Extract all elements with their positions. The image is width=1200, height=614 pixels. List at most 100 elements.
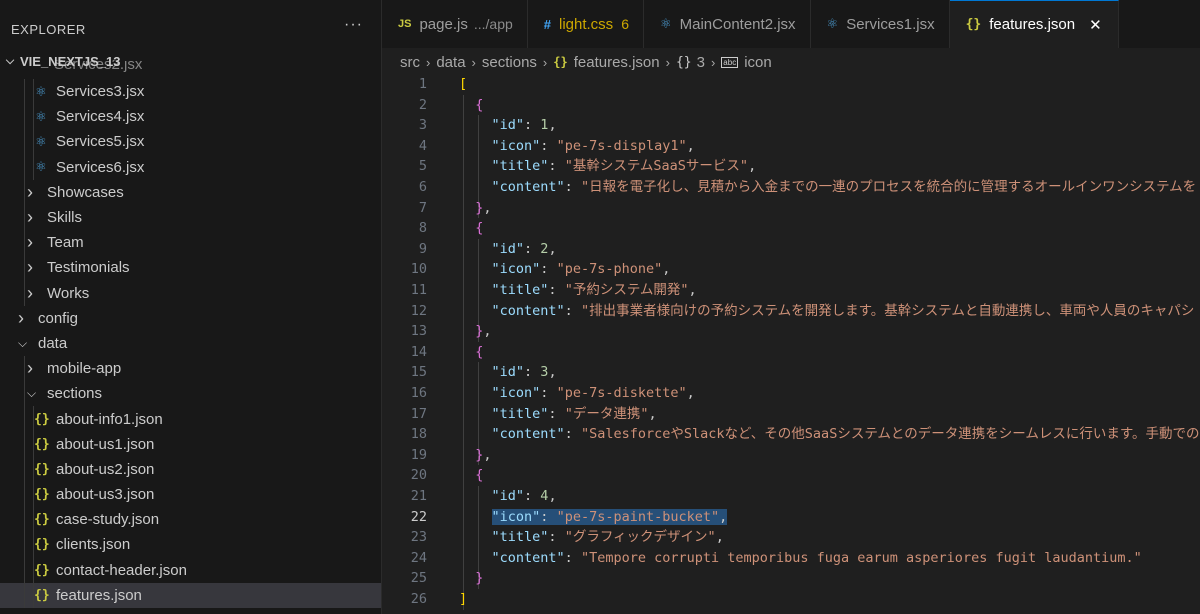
code-line[interactable]: 20 { bbox=[382, 465, 1200, 486]
tree-item[interactable]: › Showcases bbox=[0, 179, 381, 205]
tab-services1-jsx[interactable]: ⚛ Services1.jsx bbox=[811, 0, 950, 48]
react-icon: ⚛ bbox=[826, 16, 839, 31]
code-line[interactable]: 13 }, bbox=[382, 321, 1200, 342]
more-actions-icon[interactable]: ··· bbox=[344, 16, 363, 34]
tree-item[interactable]: {} clients.json bbox=[0, 532, 381, 558]
code-text: "id": 2, bbox=[491, 240, 557, 257]
tab-maincontent2-jsx[interactable]: ⚛ MainContent2.jsx bbox=[644, 0, 811, 48]
tree-item[interactable]: › Testimonials bbox=[0, 255, 381, 281]
json-file-icon: {} bbox=[34, 487, 50, 503]
code-text: "icon": "pe-7s-diskette", bbox=[491, 385, 695, 401]
code-text: "content": "SalesforceやSlackなど、その他SaaSシス… bbox=[491, 426, 1200, 443]
tab-light-css[interactable]: # light.css 6 bbox=[528, 0, 644, 48]
react-icon: ⚛ bbox=[659, 16, 672, 31]
code-line[interactable]: 18 "content": "SalesforceやSlackなど、その他Saa… bbox=[382, 424, 1200, 445]
tree-item-label: contact-header.json bbox=[56, 561, 187, 579]
breadcrumb-item[interactable]: sections bbox=[482, 54, 537, 71]
breadcrumb-property[interactable]: icon bbox=[744, 54, 772, 71]
code-line[interactable]: 4 "icon": "pe-7s-display1", bbox=[382, 136, 1200, 157]
tree-item[interactable]: {} about-us1.json bbox=[0, 431, 381, 457]
chevron-right-icon: › bbox=[542, 54, 548, 70]
tree-item[interactable]: ⚛ Services6.jsx bbox=[0, 154, 381, 180]
code-line[interactable]: 2 { bbox=[382, 95, 1200, 116]
tree-item[interactable]: › config bbox=[0, 306, 381, 331]
code-text: "title": "基幹システムSaaSサービス", bbox=[491, 158, 757, 175]
tree-item[interactable]: › mobile-app bbox=[0, 356, 381, 382]
tree-item-label: config bbox=[38, 309, 79, 327]
code-line[interactable]: 10 "icon": "pe-7s-phone", bbox=[382, 259, 1200, 280]
tree-item[interactable]: {} contact-header.json bbox=[0, 557, 381, 583]
tree-item[interactable]: ⌵ data bbox=[0, 331, 381, 356]
tree-item[interactable]: ⚛ Services3.jsx bbox=[0, 79, 381, 105]
tree-item-label: data bbox=[38, 334, 68, 352]
line-number: 8 bbox=[418, 220, 427, 237]
explorer-title: EXPLORER bbox=[11, 22, 86, 37]
code-line[interactable]: 7 }, bbox=[382, 198, 1200, 219]
code-line[interactable]: 12 "content": "排出事業者様向けの予約システムを開発します。基幹シ… bbox=[382, 301, 1200, 322]
breadcrumb-item[interactable]: data bbox=[436, 54, 465, 71]
tree-item[interactable]: › Team bbox=[0, 230, 381, 256]
code-line[interactable]: 11 "title": "予約システム開発", bbox=[382, 280, 1200, 301]
tree-item[interactable]: {} about-us3.json bbox=[0, 482, 381, 508]
code-text: { bbox=[475, 96, 484, 113]
tree-item-partial[interactable]: Services2.jsx bbox=[54, 60, 142, 74]
line-number: 3 bbox=[418, 117, 427, 134]
breadcrumb-file[interactable]: features.json bbox=[574, 54, 660, 71]
tree-item[interactable]: ⚛ Services5.jsx bbox=[0, 129, 381, 155]
tab-label: light.css bbox=[559, 15, 614, 33]
code-line[interactable]: 9 "id": 2, bbox=[382, 239, 1200, 260]
code-text: "content": "日報を電子化し、見積から入金までの一連のプロセスを統合的… bbox=[491, 179, 1197, 195]
code-line[interactable]: 1[ bbox=[382, 74, 1200, 95]
tree-item[interactable]: › Skills bbox=[0, 204, 381, 231]
object-symbol-icon: {} bbox=[675, 54, 692, 70]
code-line[interactable]: 25 } bbox=[382, 568, 1200, 589]
code-line[interactable]: 14 { bbox=[382, 342, 1200, 363]
code-line[interactable]: 5 "title": "基幹システムSaaSサービス", bbox=[382, 156, 1200, 177]
code-line[interactable]: 8 { bbox=[382, 218, 1200, 239]
problem-count: 6 bbox=[621, 16, 629, 32]
tree-item[interactable]: {} case-study.json bbox=[0, 507, 381, 533]
tree-item[interactable]: {} about-us2.json bbox=[0, 456, 381, 482]
chevron-right-icon: › bbox=[27, 232, 33, 253]
tree-item-label: sections bbox=[47, 385, 103, 403]
indent-guide bbox=[24, 381, 25, 407]
line-number: 13 bbox=[410, 323, 427, 340]
code-line[interactable]: 15 "id": 3, bbox=[382, 362, 1200, 383]
code-line[interactable]: 3 "id": 1, bbox=[382, 115, 1200, 136]
tree-item[interactable]: {} features.json bbox=[0, 582, 381, 608]
code-editor[interactable]: 1[2 {3 "id": 1, 4 "icon": "pe-7s-display1… bbox=[382, 74, 1200, 614]
tree-item-label: Services4.jsx bbox=[56, 108, 145, 126]
indent-guide bbox=[24, 255, 25, 281]
tab-label: MainContent2.jsx bbox=[679, 15, 796, 33]
indent-guide bbox=[33, 482, 34, 508]
code-line[interactable]: 21 "id": 4, bbox=[382, 486, 1200, 507]
editor-tabs: JS page.js .../app # light.css 6 ⚛ MainContent2… bbox=[382, 0, 1200, 48]
tree-item[interactable]: {} about-info1.json bbox=[0, 406, 381, 432]
tab-page-js[interactable]: JS page.js .../app bbox=[382, 0, 528, 48]
indent-guide bbox=[24, 104, 25, 130]
close-icon[interactable]: ✕ bbox=[1089, 16, 1102, 34]
tree-item[interactable]: ⚛ Services4.jsx bbox=[0, 104, 381, 130]
breadcrumb-symbol[interactable]: 3 bbox=[697, 54, 705, 71]
code-line[interactable]: 24 "content": "Tempore corrupti temporib… bbox=[382, 548, 1200, 569]
chevron-right-icon: › bbox=[665, 54, 670, 70]
code-line[interactable]: 6 "content": "日報を電子化し、見積から入金までの一連のプロセスを統… bbox=[382, 177, 1200, 198]
code-line[interactable]: 23 "title": "グラフィックデザイン", bbox=[382, 527, 1200, 548]
explorer-sidebar: EXPLORER ··· ⌵ VIE_NEXTJS_13 Services2.j… bbox=[0, 0, 382, 614]
line-number: 10 bbox=[410, 261, 427, 278]
code-line[interactable]: 17 "title": "データ連携", bbox=[382, 404, 1200, 425]
line-number: 20 bbox=[410, 467, 427, 484]
tree-item[interactable]: › Works bbox=[0, 280, 381, 306]
code-line[interactable]: 22 "icon": "pe-7s-paint-bucket", bbox=[382, 507, 1200, 528]
tree-item[interactable]: ⌵ sections bbox=[0, 381, 381, 407]
chevron-down-icon: ⌵ bbox=[5, 54, 15, 67]
code-line[interactable]: 16 "icon": "pe-7s-diskette", bbox=[382, 383, 1200, 404]
code-line[interactable]: 26] bbox=[382, 589, 1200, 610]
breadcrumb-item[interactable]: src bbox=[400, 54, 420, 71]
line-number: 4 bbox=[418, 137, 427, 154]
code-line[interactable]: 19 }, bbox=[382, 445, 1200, 466]
tab-label: features.json bbox=[989, 16, 1076, 33]
tab-features-json[interactable]: {} features.json ✕ bbox=[949, 0, 1119, 48]
line-number: 17 bbox=[410, 405, 427, 422]
tree-item-label: Testimonials bbox=[47, 259, 130, 277]
